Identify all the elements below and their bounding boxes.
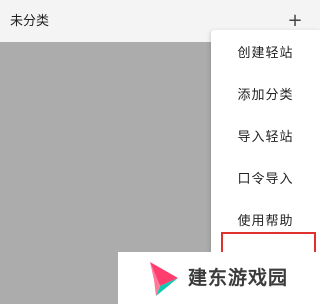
menu-item-import-light-site[interactable]: 导入轻站 <box>211 114 320 156</box>
add-button[interactable]: + <box>286 10 304 32</box>
watermark-text: 建东游戏园 <box>188 267 289 289</box>
watermark-banner: 建东游戏园 <box>118 252 320 304</box>
play-triangle-logo-icon <box>150 262 178 296</box>
app-screen: 未分类 + 创建轻站 添加分类 导入轻站 口令导入 使用帮助 源仓库 建东游戏园 <box>0 0 320 304</box>
menu-item-command-import[interactable]: 口令导入 <box>211 156 320 198</box>
category-title: 未分类 <box>10 14 50 29</box>
menu-item-create-light-site[interactable]: 创建轻站 <box>211 30 320 72</box>
menu-item-add-category[interactable]: 添加分类 <box>211 72 320 114</box>
